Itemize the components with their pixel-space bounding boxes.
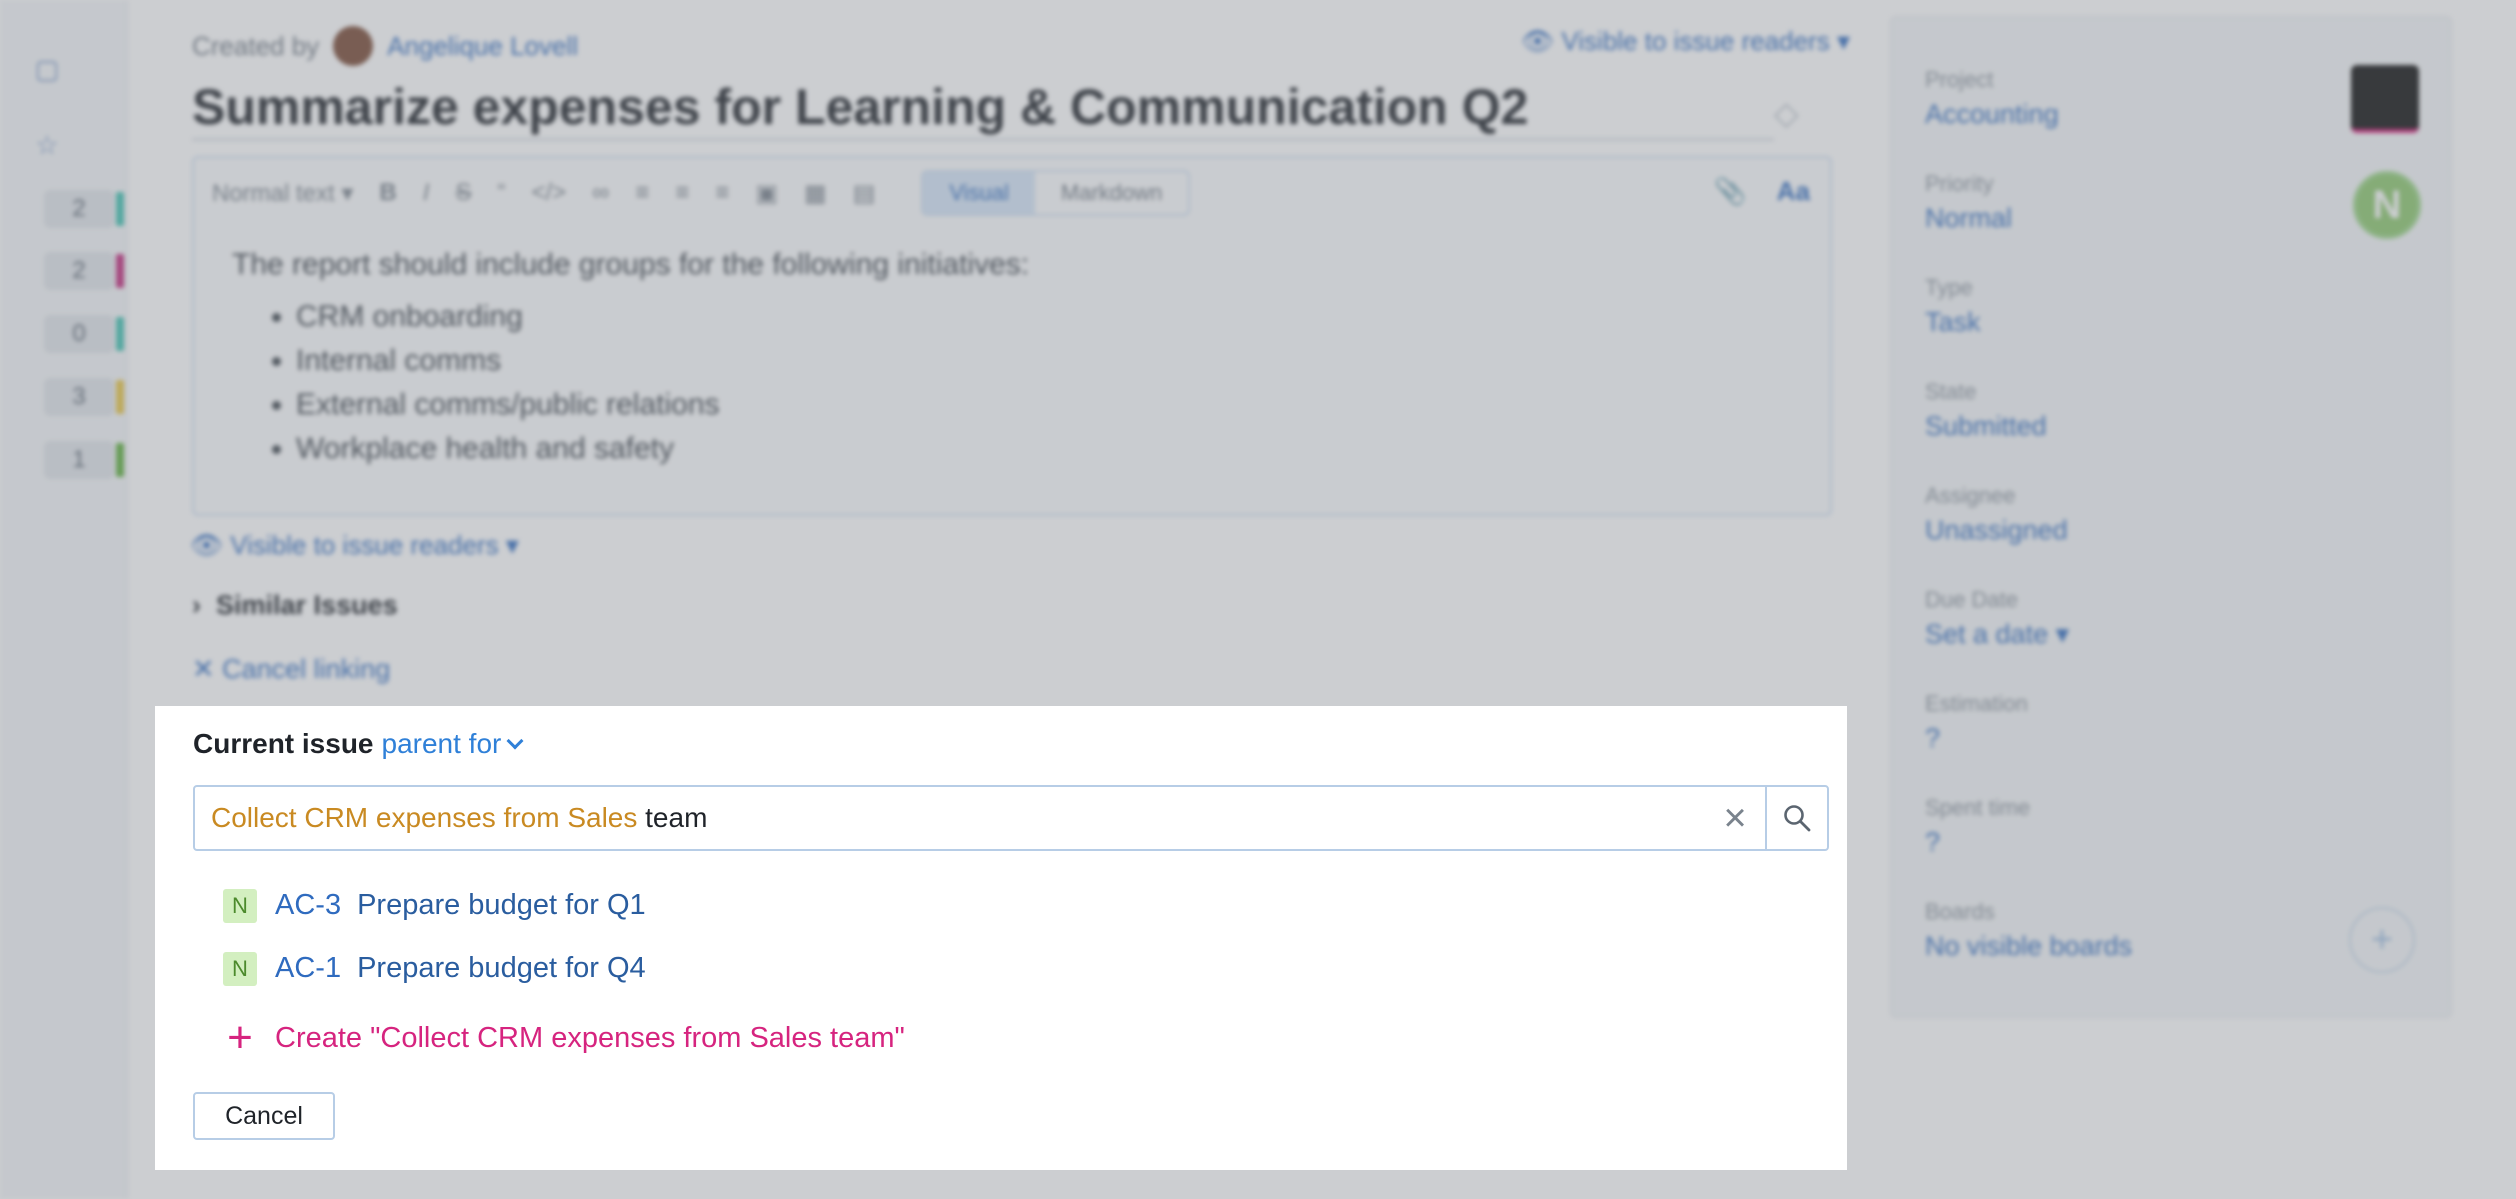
priority-badge: N: [223, 951, 257, 986]
issue-id: AC-1: [275, 952, 342, 984]
dialog-header: Current issue parent for: [193, 728, 524, 760]
issue-title: Prepare budget for Q1: [357, 889, 646, 921]
search-button[interactable]: [1765, 787, 1827, 849]
issue-id: AC-3: [275, 889, 342, 921]
issue-search-input[interactable]: Collect CRM expenses from Sales team ×: [193, 785, 1829, 851]
search-result-item[interactable]: N AC-3 Prepare budget for Q1: [223, 874, 646, 937]
search-query[interactable]: Collect CRM expenses from Sales team: [195, 802, 1705, 834]
search-icon: [1784, 805, 1811, 832]
create-issue-option[interactable]: + Create "Collect CRM expenses from Sale…: [223, 1016, 905, 1060]
priority-badge: N: [223, 888, 257, 923]
create-issue-label: Create "Collect CRM expenses from Sales …: [275, 1021, 905, 1054]
search-query-match: Collect CRM expenses from Sales: [211, 802, 638, 833]
issue-title: Prepare budget for Q4: [357, 952, 646, 984]
search-results: N AC-3 Prepare budget for Q1 N AC-1 Prep…: [223, 874, 646, 1000]
current-issue-label: Current issue: [193, 728, 374, 759]
relation-type-dropdown[interactable]: parent for: [382, 728, 524, 760]
cancel-button[interactable]: Cancel: [193, 1092, 335, 1140]
link-issue-dialog: Current issue parent for Collect CRM exp…: [155, 706, 1847, 1170]
clear-search-icon[interactable]: ×: [1705, 787, 1765, 849]
search-result-item[interactable]: N AC-1 Prepare budget for Q4: [223, 937, 646, 1000]
search-query-rest: team: [637, 802, 708, 833]
plus-icon: +: [227, 1013, 253, 1062]
chevron-down-icon: [506, 732, 524, 750]
